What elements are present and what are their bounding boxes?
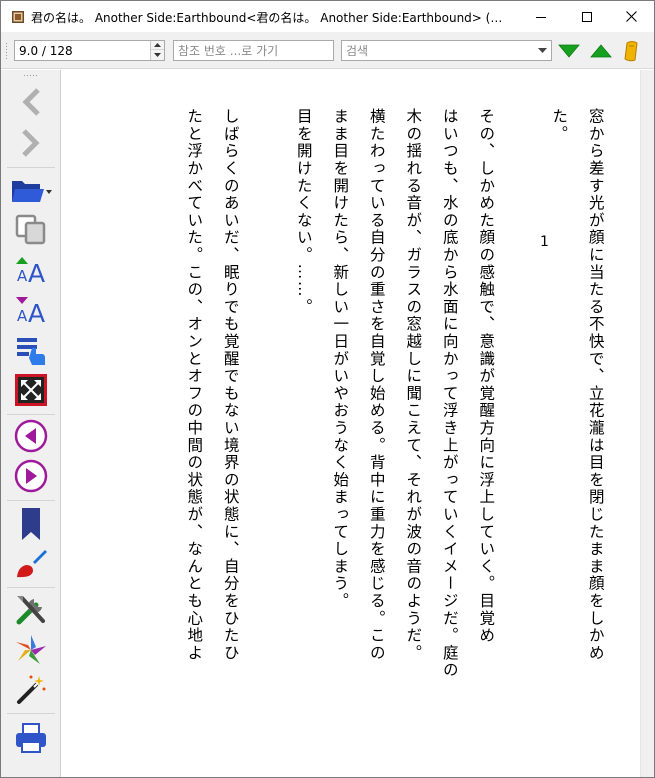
sidebar-grip[interactable] — [23, 74, 39, 77]
search-input[interactable] — [346, 42, 526, 59]
toc-icon — [17, 338, 45, 365]
chevron-down-icon — [154, 52, 161, 57]
prev-result-icon — [590, 44, 612, 58]
minimize-icon — [536, 16, 546, 18]
close-button[interactable] — [608, 1, 654, 32]
next-result-button[interactable] — [558, 41, 580, 61]
search-dropdown-button[interactable] — [533, 41, 551, 60]
text-column: まま目を開けたら、新しい一日がいやおうなく始まってしまう。 — [331, 108, 350, 610]
window-title: 君の名は。 Another Side:Earthbound<君の名は。 Anot… — [31, 11, 511, 25]
text-column: 木の揺れる音が、ガラスの窓越しに聞こえて、それが波の音のようだ。 — [404, 108, 423, 662]
open-book-button[interactable] — [9, 171, 53, 207]
spin-down-button[interactable] — [151, 50, 164, 59]
bookmark-tool-button[interactable] — [621, 41, 643, 62]
close-icon — [625, 11, 637, 22]
page-spin — [150, 41, 164, 60]
theme-button[interactable] — [13, 546, 49, 582]
next-result-icon — [558, 44, 580, 58]
open-book-icon — [12, 181, 52, 202]
book-app-icon — [11, 9, 25, 23]
reference-field[interactable] — [173, 40, 334, 61]
text-column: しばらくのあいだ、眠りでも覚醒でもない境界の状態に、自分をひたひ — [221, 108, 240, 662]
sidebar-separator — [7, 500, 55, 501]
sidebar-separator — [7, 587, 55, 588]
preferences-icon — [16, 596, 45, 625]
vertical-scrollbar[interactable] — [640, 70, 654, 777]
vertical-text-columns: 窓から差す光が顔に当たる不快で、立花瀧は目を閉じたまま顔をしかめ た。 その、し… — [176, 108, 614, 748]
spin-up-button[interactable] — [151, 41, 164, 50]
forward-icon — [22, 129, 40, 157]
sidebar-separator — [7, 713, 55, 714]
text-column — [249, 108, 286, 748]
text-column — [505, 108, 542, 748]
sidebar: A A A A — [1, 70, 61, 777]
bookmark-icon — [22, 508, 40, 540]
magic-button[interactable] — [13, 671, 49, 707]
fullscreen-icon — [15, 374, 47, 406]
text-column: 横たわっている自分の重さを自覚し始める。背中に重力を感じる。この — [367, 108, 386, 662]
print-button[interactable] — [13, 720, 49, 756]
svg-text:A: A — [28, 299, 45, 324]
maximize-button[interactable] — [564, 1, 610, 32]
magic-icon — [17, 675, 46, 704]
search-field[interactable] — [341, 40, 552, 61]
title-bar[interactable]: 君の名は。 Another Side:Earthbound<君の名は。 Anot… — [1, 1, 654, 32]
toc-button[interactable] — [13, 332, 49, 368]
reading-pane[interactable]: 1 窓から差す光が顔に当たる不快で、立花瀧は目を閉じたまま顔をしかめ た。 その… — [62, 70, 640, 777]
text-column: たと浮かべていた。この、オンとオフの中間の状態が、なんとも心地よ — [185, 108, 204, 662]
minimize-button[interactable] — [518, 1, 564, 32]
bookmark-tool-icon — [624, 41, 638, 62]
toolbar — [1, 32, 654, 69]
previous-page-icon — [14, 419, 48, 453]
plugins-button[interactable] — [13, 632, 49, 668]
page-stepper[interactable] — [14, 40, 165, 61]
forward-button[interactable] — [13, 125, 49, 161]
text-column: その、しかめた顔の感触で、意識が覚醒方向に浮上していく。目覚め — [477, 108, 496, 645]
search-dropdown-icon — [537, 48, 547, 53]
app-window: 君の名は。 Another Side:Earthbound<君の名は。 Anot… — [0, 0, 655, 778]
text-column: 目を開けたくない。……。 — [294, 108, 313, 316]
svg-text:A: A — [28, 259, 45, 284]
text-column: た。 — [550, 108, 569, 143]
svg-text:A: A — [17, 267, 28, 284]
svg-text:A: A — [17, 307, 28, 324]
decrease-font-icon: A A — [16, 297, 45, 324]
copy-button[interactable] — [13, 211, 49, 247]
next-page-button[interactable] — [13, 458, 49, 494]
toolbar-grip[interactable] — [5, 42, 8, 59]
previous-page-button[interactable] — [13, 418, 49, 454]
maximize-icon — [582, 11, 592, 22]
decrease-font-button[interactable]: A A — [13, 291, 49, 327]
sidebar-separator — [7, 414, 55, 415]
fullscreen-button[interactable] — [13, 372, 49, 408]
bookmark-button[interactable] — [13, 506, 49, 542]
copy-icon — [15, 214, 46, 245]
back-icon — [22, 88, 40, 116]
print-icon — [16, 723, 46, 753]
chevron-up-icon — [154, 43, 161, 47]
prev-result-button[interactable] — [590, 41, 612, 61]
preferences-button[interactable] — [13, 592, 49, 628]
increase-font-icon: A A — [16, 257, 45, 284]
sidebar-separator — [7, 167, 55, 168]
next-page-icon — [14, 459, 48, 493]
plugins-icon — [16, 635, 46, 664]
text-column: はいつも、水の底から水面に向かって浮き上がっていくイメージだ。庭の — [440, 108, 459, 679]
increase-font-button[interactable]: A A — [13, 251, 49, 287]
theme-icon — [17, 550, 47, 578]
text-column: 窓から差す光が顔に当たる不快で、立花瀧は目を閉じたまま顔をしかめ — [586, 108, 605, 662]
page-input[interactable] — [19, 42, 145, 59]
reference-input[interactable] — [178, 42, 328, 59]
back-button[interactable] — [13, 84, 49, 120]
